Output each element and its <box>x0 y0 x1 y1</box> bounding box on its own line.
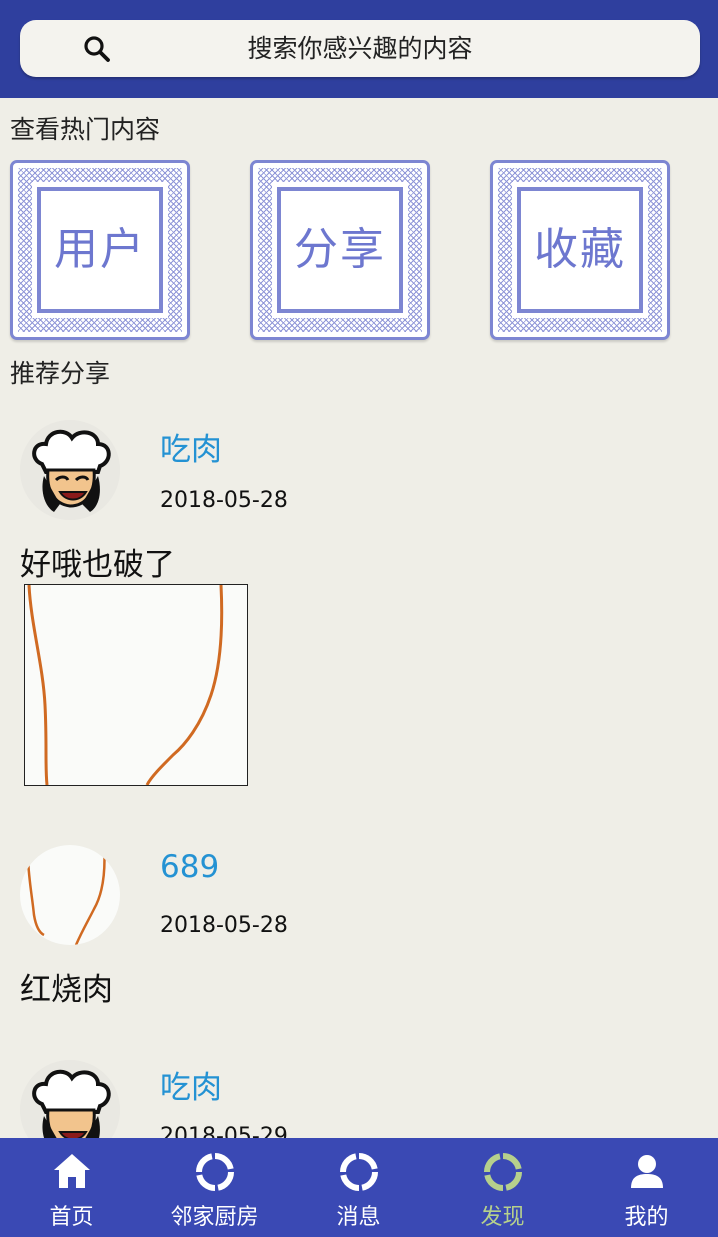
hot-content-title: 查看热门内容 <box>10 115 161 144</box>
nav-label: 我的 <box>624 1205 669 1230</box>
tile-shares[interactable]: 分享 <box>250 160 430 340</box>
nav-label: 消息 <box>336 1205 381 1230</box>
post-date: 2018-05-28 <box>160 488 288 513</box>
tile-users-label: 用户 <box>54 224 146 275</box>
tile-frame: 分享 <box>277 187 403 313</box>
app-screen: 搜索你感兴趣的内容 查看热门内容 用户 分享 收藏 推荐分享 吃肉 2018-0… <box>0 0 718 1237</box>
nav-label: 首页 <box>49 1205 94 1230</box>
nav-item-home[interactable]: 首页 <box>0 1138 143 1237</box>
chef-avatar-icon[interactable] <box>20 420 120 520</box>
tile-favorites[interactable]: 收藏 <box>490 160 670 340</box>
header-bar: 搜索你感兴趣的内容 <box>0 0 718 98</box>
tile-favorites-label: 收藏 <box>534 224 626 275</box>
home-icon <box>53 1154 90 1188</box>
bottom-nav: 首页 邻家厨房 消息 发现 我的 <box>0 1138 718 1237</box>
post-text: 红烧肉 <box>20 972 113 1008</box>
search-placeholder: 搜索你感兴趣的内容 <box>247 34 473 63</box>
tile-frame: 收藏 <box>517 187 643 313</box>
post-username[interactable]: 689 <box>160 849 219 885</box>
post-date: 2018-05-28 <box>160 913 288 938</box>
nav-label: 邻家厨房 <box>170 1205 259 1230</box>
ring-icon <box>339 1153 378 1191</box>
nav-item-kitchen[interactable]: 邻家厨房 <box>143 1138 286 1237</box>
tile-frame: 用户 <box>37 187 163 313</box>
post-username[interactable]: 吃肉 <box>160 424 222 469</box>
nav-item-messages[interactable]: 消息 <box>287 1138 430 1237</box>
tile-shares-label: 分享 <box>294 224 386 275</box>
recommend-title: 推荐分享 <box>10 359 111 388</box>
tile-users[interactable]: 用户 <box>10 160 190 340</box>
post-username[interactable]: 吃肉 <box>160 1062 222 1107</box>
nav-item-mine[interactable]: 我的 <box>575 1138 718 1237</box>
user-icon <box>630 1155 663 1188</box>
sketch-avatar-icon[interactable] <box>20 845 120 945</box>
nav-item-discover[interactable]: 发现 <box>431 1138 574 1237</box>
nav-label: 发现 <box>480 1205 525 1230</box>
post-image[interactable] <box>24 584 248 786</box>
post-text: 好哦也破了 <box>20 547 175 583</box>
ring-icon <box>195 1153 234 1191</box>
search-bar[interactable]: 搜索你感兴趣的内容 <box>20 20 700 77</box>
ring-icon <box>483 1153 522 1191</box>
